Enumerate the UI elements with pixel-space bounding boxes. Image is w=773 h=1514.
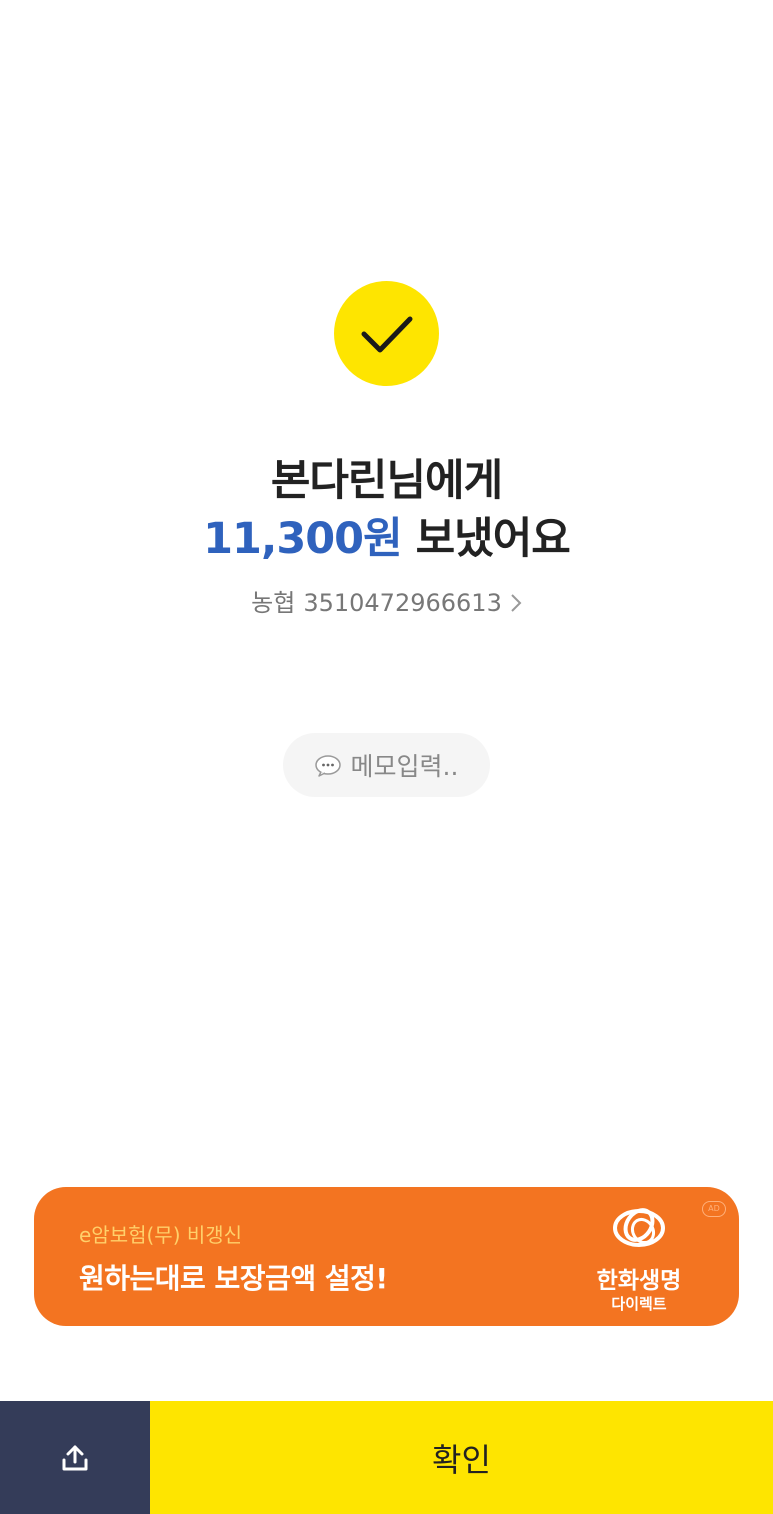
speech-bubble-icon	[314, 755, 341, 777]
brand-emblem-icon	[613, 1208, 665, 1247]
memo-input-button[interactable]: 메모입력..	[283, 733, 490, 797]
recipient-line: 본다린님에게	[270, 456, 503, 506]
share-button[interactable]	[0, 1401, 150, 1514]
confirm-button[interactable]: 확인	[150, 1401, 773, 1514]
brand-logo: 한화생명 다이렉트	[589, 1201, 689, 1313]
bottom-action-bar: 확인	[0, 1401, 773, 1514]
share-upload-icon	[62, 1445, 88, 1470]
memo-placeholder: 메모입력..	[350, 752, 459, 781]
account-number: 3510472966613	[303, 589, 502, 617]
confirm-label: 확인	[432, 1440, 491, 1479]
ad-badge: AD	[702, 1201, 726, 1217]
ad-subtitle: e암보험(무) 비갱신	[79, 1223, 243, 1247]
sent-suffix: 보냈어요	[401, 514, 571, 564]
amount-line: 11,300원 보냈어요	[0, 510, 773, 568]
chevron-right-icon	[510, 593, 522, 613]
ad-banner[interactable]: e암보험(무) 비갱신 원하는대로 보장금액 설정! 한화생명 다이렉트 AD	[34, 1187, 739, 1326]
bank-name: 농협	[251, 589, 296, 617]
brand-sub: 다이렉트	[611, 1295, 667, 1313]
brand-name: 한화생명	[596, 1268, 682, 1294]
recipient-account-link[interactable]: 농협 3510472966613	[0, 586, 773, 620]
success-check-badge	[334, 281, 439, 386]
transfer-amount: 11,300원	[203, 514, 402, 564]
ad-headline: 원하는대로 보장금액 설정!	[79, 1262, 388, 1295]
check-icon	[361, 316, 412, 352]
transfer-result-title: 본다린님에게 11,300원 보냈어요	[0, 452, 773, 568]
